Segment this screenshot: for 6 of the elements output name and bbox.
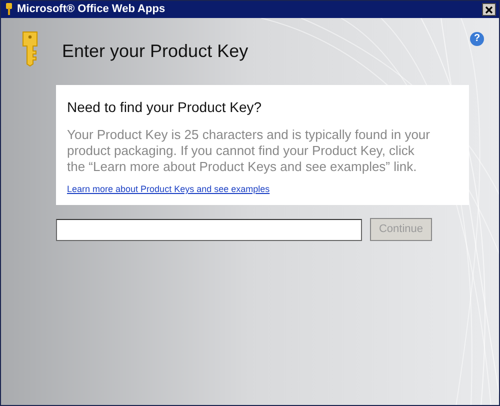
window-title: Microsoft® Office Web Apps — [17, 2, 166, 18]
learn-more-link[interactable]: Learn more about Product Keys and see examples — [67, 183, 270, 196]
help-button[interactable]: ? — [470, 32, 484, 46]
card-title: Need to find your Product Key? — [67, 98, 263, 117]
page-heading: Enter your Product Key — [62, 40, 248, 63]
card-text: Your Product Key is 25 characters and is typically found in your product packaging. If you cannot find your Product Key, click the “Learn more about Product Keys and see examples” link. — [67, 127, 431, 175]
